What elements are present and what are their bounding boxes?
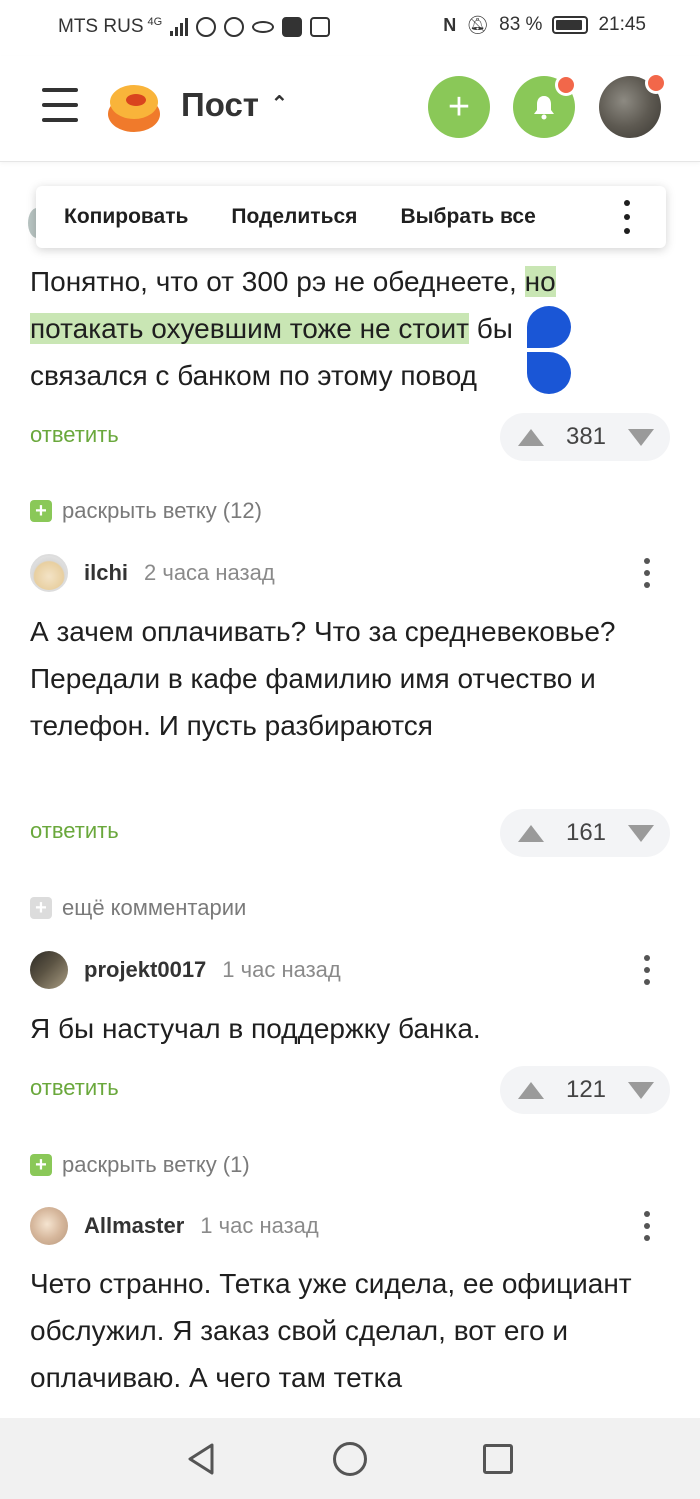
comment-author: projekt0017 1 час назад [30,950,341,990]
vote-count: 121 [565,1076,607,1103]
status-bar: MTS RUS 4G N 🔕︎ 83 % 21:45 [0,0,700,54]
plus-box-icon: + [30,500,52,522]
reply-link[interactable]: ответить [30,1075,119,1101]
comment-menu-icon[interactable] [644,558,650,588]
comment-text: А зачем оплачивать? Что за средневековье… [30,616,616,741]
vote-widget: 381 [500,413,670,461]
comment-author: ilchi 2 часа назад [30,553,275,593]
avatar[interactable] [30,554,68,592]
plus-box-icon: + [30,1154,52,1176]
recent-apps-icon[interactable] [483,1444,513,1474]
avatar[interactable] [30,1207,68,1245]
author-name[interactable]: ilchi [84,560,128,586]
author-name[interactable]: projekt0017 [84,957,206,983]
comment-time: 1 час назад [200,1213,319,1238]
menu-icon[interactable] [42,88,78,124]
reply-link[interactable]: ответить [30,422,119,448]
expand-branch-button[interactable]: + раскрыть ветку (12) [30,498,262,524]
more-comments-label: ещё комментарии [62,895,247,920]
downvote-icon[interactable] [627,824,654,842]
home-icon[interactable] [333,1442,367,1476]
downvote-icon[interactable] [627,428,654,446]
vote-widget: 161 [500,809,670,857]
upvote-icon[interactable] [518,824,544,842]
comment-time: 2 часа назад [144,560,275,585]
signal-icon [170,18,189,36]
mute-icon: 🔕︎ [466,14,490,35]
more-options-icon[interactable] [624,200,630,234]
selected-text[interactable]: потакать охуевшим тоже не стоит [30,313,469,344]
select-all-button[interactable]: Выбрать все [400,205,535,229]
back-icon[interactable] [186,1442,216,1476]
comment-menu-icon[interactable] [644,955,650,985]
comment-line: связался с банком по этому повод [30,352,670,399]
expand-branch-button[interactable]: + раскрыть ветку (1) [30,1152,250,1178]
upvote-icon[interactable] [518,1081,544,1099]
vote-count: 381 [565,423,607,450]
battery-percent: 83 % [499,14,543,35]
plus-icon: + [447,85,471,128]
expand-branch-label: раскрыть ветку (1) [62,1152,250,1177]
share-button[interactable]: Поделиться [231,205,357,229]
text-span: бы [468,313,513,344]
copy-button[interactable]: Копировать [64,205,188,229]
app-header: Пост ⌃ + [0,56,700,162]
system-nav-bar [0,1418,700,1499]
comment-menu-icon[interactable] [644,1211,650,1241]
app2-icon [310,17,331,37]
status-left: MTS RUS 4G [58,16,331,38]
network-label: 4G [147,16,163,28]
plus-box-icon: + [30,897,52,919]
text-span: связался с банком по этому повод [30,360,477,391]
selection-start-handle[interactable] [527,306,571,348]
clock: 21:45 [598,14,646,35]
app-icon [282,17,303,37]
selected-text[interactable]: но [524,266,556,297]
reply-link[interactable]: ответить [30,818,119,844]
expand-branch-label: раскрыть ветку (12) [62,498,262,523]
carrier-label: MTS RUS [58,16,144,37]
selection-end-handle[interactable] [527,352,571,394]
page-title[interactable]: Пост ⌃ [181,86,288,124]
nfc-icon: N [443,14,457,35]
comment-text: Чето странно. Тетка уже сидела, ее офици… [30,1268,632,1393]
notification-dot [555,74,577,96]
check-icon [196,17,217,37]
comment-author: Allmaster 1 час назад [30,1206,319,1246]
circle-icon [224,17,245,37]
author-name[interactable]: Allmaster [84,1213,184,1239]
comment-text[interactable]: Понятно, что от 300 рэ не обеднеете, но … [30,258,670,399]
more-comments-button[interactable]: + ещё комментарии [30,895,246,921]
comment-line: Понятно, что от 300 рэ не обеднеете, но [30,258,670,305]
comment-time: 1 час назад [222,957,341,982]
oval-icon [252,21,275,33]
comment-line: потакать охуевшим тоже не стоит бы [30,305,670,352]
bell-icon [534,96,554,120]
upvote-icon[interactable] [518,428,544,446]
status-right: N 🔕︎ 83 % 21:45 [443,14,646,36]
logo[interactable] [106,80,162,134]
comment-text: Я бы настучал в поддержку банка. [30,1013,481,1044]
page-title-text: Пост [181,86,259,123]
avatar-notification-dot [645,72,667,94]
chevron-up-icon: ⌃ [270,92,288,115]
text-selection-menu: Копировать Поделиться Выбрать все [36,186,666,248]
notifications-button[interactable] [513,74,577,138]
downvote-icon[interactable] [627,1081,654,1099]
avatar[interactable] [30,951,68,989]
vote-count: 161 [565,819,607,846]
profile-avatar[interactable] [599,72,667,138]
vote-widget: 121 [500,1066,670,1114]
battery-icon [552,16,589,34]
add-post-button[interactable]: + [428,76,490,138]
text-span: Понятно, что от 300 рэ не обеднеете, [30,266,525,297]
